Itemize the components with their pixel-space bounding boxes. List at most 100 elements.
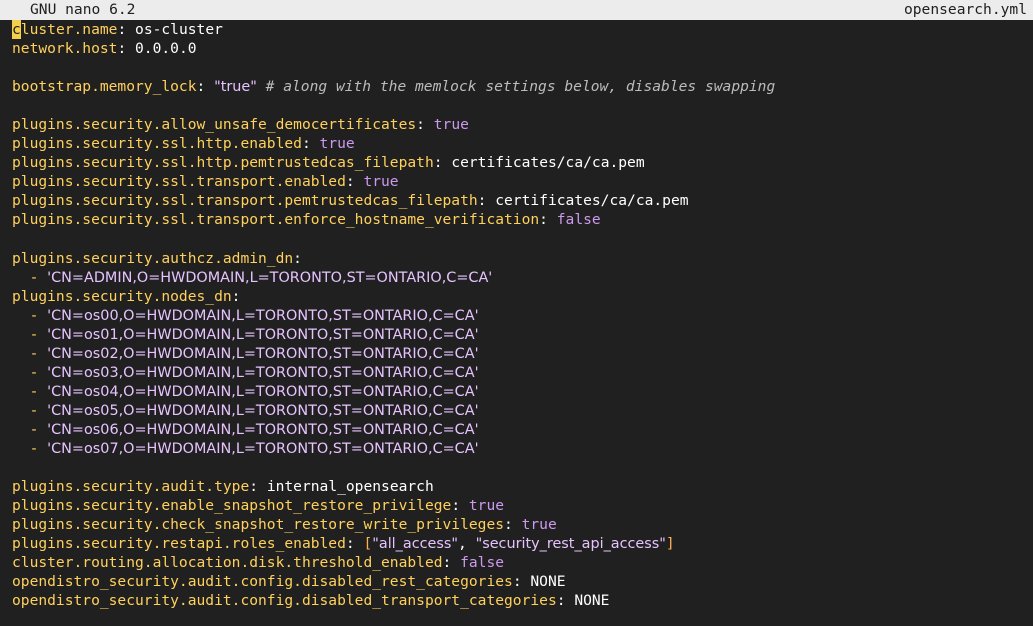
editor-line[interactable] — [12, 58, 1033, 77]
yaml-key: plugins.security.ssl.transport.enabled — [12, 173, 346, 191]
text-cursor: c — [12, 20, 21, 40]
value-text: , — [458, 535, 476, 553]
editor-line[interactable]: network.host: 0.0.0.0 — [12, 39, 1033, 58]
boolean-value: true — [468, 497, 505, 515]
list-dash: - — [12, 268, 48, 286]
yaml-key: plugins.security.audit.type — [12, 478, 250, 496]
boolean-value: false — [460, 554, 505, 572]
yaml-key: plugins.security.ssl.transport.enforce_h… — [12, 211, 540, 229]
yaml-key: plugins.security.ssl.http.enabled — [12, 135, 302, 153]
editor-line[interactable]: plugins.security.authcz.admin_dn: — [12, 249, 1033, 268]
list-dash: - — [12, 344, 48, 362]
nano-title-bar: GNU nano 6.2 opensearch.yml — [0, 0, 1033, 20]
file-name: opensearch.yml — [903, 1, 1027, 18]
separator: : — [231, 287, 241, 305]
editor-text-area[interactable]: cluster.name: os-cluster network.host: 0.… — [12, 20, 1033, 610]
boolean-value: true — [319, 135, 355, 153]
editor-line[interactable]: - 'CN=os05,O=HWDOMAIN,L=TORONTO,ST=ONTAR… — [12, 401, 1033, 420]
editor-line[interactable] — [12, 458, 1033, 477]
separator: : — [345, 173, 364, 191]
yaml-key: plugins.security.ssl.transport.pemtruste… — [12, 192, 478, 210]
yaml-key: opendistro_security.audit.config.disable… — [12, 573, 513, 591]
editor-line[interactable]: - 'CN=os03,O=HWDOMAIN,L=TORONTO,ST=ONTAR… — [12, 363, 1033, 382]
yaml-key: plugins.security.authcz.admin_dn — [12, 249, 294, 267]
value-text: NONE — [530, 573, 566, 591]
comment-text: # along with the memlock settings below,… — [256, 78, 776, 96]
editor-line[interactable]: - 'CN=ADMIN,O=HWDOMAIN,L=TORONTO,ST=ONTA… — [12, 268, 1033, 287]
separator: : — [477, 192, 496, 210]
separator: : — [301, 135, 320, 153]
editor-line[interactable]: plugins.security.ssl.transport.enforce_h… — [12, 210, 1033, 229]
list-dash: - — [12, 363, 48, 381]
boolean-value: true — [363, 173, 399, 191]
yaml-key: plugins.security.nodes_dn — [12, 287, 232, 305]
separator: : — [293, 249, 302, 267]
list-dash: - — [12, 382, 48, 400]
list-dash: - — [12, 401, 48, 419]
editor-line[interactable]: plugins.security.enable_snapshot_restore… — [12, 496, 1033, 515]
editor-line[interactable]: - 'CN=os01,O=HWDOMAIN,L=TORONTO,ST=ONTAR… — [12, 325, 1033, 344]
string-value: "true" — [214, 79, 257, 96]
string-value: "security_rest_api_access" — [475, 536, 666, 553]
string-value: 'CN=os01,O=HWDOMAIN,L=TORONTO,ST=ONTARIO… — [47, 326, 479, 343]
separator: : — [416, 116, 434, 134]
editor-line[interactable]: bootstrap.memory_lock: "true" # along wi… — [12, 77, 1033, 96]
editor-line[interactable]: plugins.security.ssl.transport.enabled: … — [12, 172, 1033, 191]
boolean-value: false — [556, 211, 601, 229]
list-dash: - — [12, 325, 48, 343]
value-text: certificates/ca/ca.pem — [451, 154, 645, 172]
editor-line[interactable]: - 'CN=os06,O=HWDOMAIN,L=TORONTO,ST=ONTAR… — [12, 420, 1033, 439]
editor-line[interactable]: opendistro_security.audit.config.disable… — [12, 591, 1033, 610]
yaml-key: plugins.security.ssl.http.pemtrustedcas_… — [12, 154, 434, 172]
value-text: 0.0.0.0 — [135, 40, 197, 58]
yaml-key: plugins.security.enable_snapshot_restore… — [12, 497, 452, 515]
editor-line[interactable]: plugins.security.ssl.http.enabled: true — [12, 134, 1033, 153]
editor-line[interactable]: plugins.security.restapi.roles_enabled: … — [12, 534, 1033, 553]
yaml-key: plugins.security.allow_unsafe_democertif… — [12, 116, 417, 134]
value-text: certificates/ca/ca.pem — [495, 192, 689, 210]
separator: : — [539, 211, 557, 229]
string-value: 'CN=ADMIN,O=HWDOMAIN,L=TORONTO,ST=ONTARI… — [47, 269, 493, 286]
list-dash: - — [12, 440, 48, 458]
yaml-key: luster.name — [20, 21, 118, 38]
editor-line[interactable]: - 'CN=os00,O=HWDOMAIN,L=TORONTO,ST=ONTAR… — [12, 306, 1033, 325]
editor-line[interactable]: - 'CN=os07,O=HWDOMAIN,L=TORONTO,ST=ONTAR… — [12, 439, 1033, 458]
app-version: GNU nano 6.2 — [30, 1, 136, 18]
boolean-value: true — [521, 516, 557, 534]
string-value: 'CN=os07,O=HWDOMAIN,L=TORONTO,ST=ONTARIO… — [47, 441, 479, 458]
editor-line[interactable]: plugins.security.ssl.transport.pemtruste… — [12, 191, 1033, 210]
editor-line[interactable]: plugins.security.audit.type: internal_op… — [12, 477, 1033, 496]
string-value: 'CN=os02,O=HWDOMAIN,L=TORONTO,ST=ONTARIO… — [47, 345, 479, 362]
editor-line[interactable]: plugins.security.check_snapshot_restore_… — [12, 515, 1033, 534]
separator: : — [196, 78, 215, 96]
separator: : — [504, 516, 522, 534]
editor-line[interactable]: opendistro_security.audit.config.disable… — [12, 572, 1033, 591]
editor-line[interactable]: plugins.security.allow_unsafe_democertif… — [12, 115, 1033, 134]
string-value: 'CN=os03,O=HWDOMAIN,L=TORONTO,ST=ONTARIO… — [47, 364, 479, 381]
boolean-value: true — [433, 116, 469, 134]
list-dash: - — [12, 420, 48, 438]
yaml-key: plugins.security.restapi.roles_enabled — [12, 535, 346, 553]
yaml-key: bootstrap.memory_lock — [12, 78, 197, 96]
editor-line[interactable]: - 'CN=os04,O=HWDOMAIN,L=TORONTO,ST=ONTAR… — [12, 382, 1033, 401]
yaml-key: cluster.routing.allocation.disk.threshol… — [12, 554, 443, 572]
separator: : — [512, 573, 531, 591]
editor-line[interactable]: cluster.routing.allocation.disk.threshol… — [12, 553, 1033, 572]
editor-line[interactable]: plugins.security.ssl.http.pemtrustedcas_… — [12, 153, 1033, 172]
editor-line[interactable]: plugins.security.nodes_dn: — [12, 287, 1033, 306]
editor-line[interactable]: - 'CN=os02,O=HWDOMAIN,L=TORONTO,ST=ONTAR… — [12, 344, 1033, 363]
value-text: internal_opensearch — [266, 478, 434, 496]
editor-line[interactable] — [12, 96, 1033, 115]
yaml-key: plugins.security.check_snapshot_restore_… — [12, 516, 505, 534]
editor-line[interactable] — [12, 230, 1033, 249]
value-text: os-cluster — [135, 21, 223, 38]
string-value: 'CN=os04,O=HWDOMAIN,L=TORONTO,ST=ONTARIO… — [47, 383, 479, 400]
separator: : — [117, 40, 136, 58]
bracket: [ — [363, 535, 373, 553]
separator: : — [345, 535, 364, 553]
editor-line[interactable]: cluster.name: os-cluster — [12, 20, 1033, 40]
string-value: "all_access" — [372, 536, 458, 553]
yaml-key: opendistro_security.audit.config.disable… — [12, 592, 557, 610]
separator: : — [433, 154, 452, 172]
string-value: 'CN=os05,O=HWDOMAIN,L=TORONTO,ST=ONTARIO… — [47, 402, 479, 419]
